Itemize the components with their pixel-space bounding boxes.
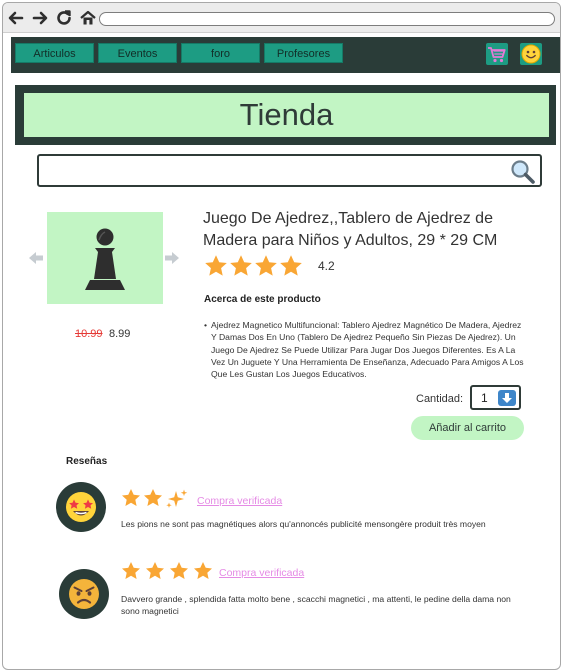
product-image [47,212,163,304]
star-icon [205,255,227,276]
top-nav: Articulos Eventos foro Profesores [11,37,560,73]
review-rating-stars [121,488,193,510]
star-icon [280,255,302,276]
verified-purchase-link[interactable]: Compra verificada [197,495,282,507]
review-avatar [59,569,109,619]
star-rating-icon [205,255,302,276]
product-title: Juego De Ajedrez,,Tablero de Ajedrez de … [203,210,498,249]
smiley-icon [521,44,541,64]
verified-purchase-link[interactable]: Compra verificada [219,567,304,579]
cart-icon [488,47,506,63]
cart-button[interactable] [486,43,508,65]
dropdown-button[interactable] [498,390,516,406]
description-text: Ajedrez Magnetico Multifuncional: Tabler… [211,320,524,380]
arrow-down-icon [502,393,512,403]
reviews-heading: Reseñas [66,456,108,467]
original-price: 10.99 [75,328,103,340]
profile-button[interactable] [520,43,542,65]
product-rating-stars [204,254,308,278]
current-price: 8.99 [109,328,131,340]
bullet: • [204,320,208,330]
product-description: • Ajedrez Magnetico Multifuncional: Tabl… [204,319,524,380]
magnifier-icon[interactable] [510,159,536,185]
quantity-select[interactable]: 1 [470,385,521,410]
add-to-cart-button[interactable]: Añadir al carrito [411,416,524,440]
store-banner: Tienda [15,85,556,145]
next-image-icon[interactable] [164,251,180,265]
tab-articulos[interactable]: Articulos [15,43,94,63]
tab-profesores[interactable]: Profesores [264,43,343,63]
angry-face-icon [69,579,99,609]
tab-eventos[interactable]: Eventos [98,43,177,63]
banner-panel: Tienda [24,93,549,137]
arrow-left-icon[interactable] [7,9,25,27]
rating-value: 4.2 [318,259,335,273]
search-field[interactable] [37,154,542,187]
browser-window: Articulos Eventos foro Profesores Tienda [2,2,561,670]
star-struck-face-icon [66,492,96,522]
address-bar[interactable] [99,12,555,26]
about-heading: Acerca de este producto [204,294,321,305]
tab-foro[interactable]: foro [181,43,260,63]
browser-toolbar [3,3,560,33]
previous-image-icon[interactable] [28,251,44,265]
chess-pawn-icon [85,228,125,290]
page-title: Tienda [239,97,334,132]
quantity-value: 1 [481,391,488,405]
quantity-label: Cantidad: [416,393,464,405]
review-text: Davvero grande , splendida fatta molto b… [121,594,511,616]
star-icon [255,255,277,276]
review-avatar [56,482,106,532]
arrow-right-icon[interactable] [31,9,49,27]
home-icon[interactable] [79,9,97,27]
review-rating-stars [121,561,215,583]
star-icon [230,255,252,276]
star-rating-icon [122,562,212,579]
reload-icon[interactable] [55,9,73,27]
review-text: Les pions ne sont pas magnétiques alors … [121,519,486,529]
star-rating-icon [122,489,188,508]
